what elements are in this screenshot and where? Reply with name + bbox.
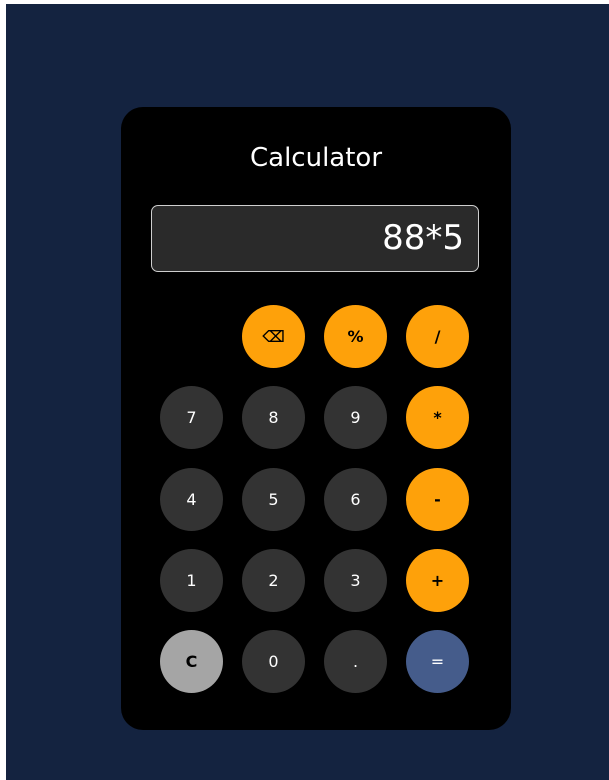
digit-6-button[interactable]: 6: [324, 468, 387, 531]
subtract-button[interactable]: -: [406, 468, 469, 531]
page-background: Calculator 88*5 ⌫ % / 7 8 9 * 4 5 6 - 1 …: [6, 4, 609, 780]
calculator-display: 88*5: [151, 205, 479, 272]
add-button[interactable]: +: [406, 549, 469, 612]
digit-5-button[interactable]: 5: [242, 468, 305, 531]
digit-1-button[interactable]: 1: [160, 549, 223, 612]
calculator-panel: Calculator 88*5 ⌫ % / 7 8 9 * 4 5 6 - 1 …: [121, 107, 511, 730]
percent-button[interactable]: %: [324, 305, 387, 368]
equals-button[interactable]: =: [406, 630, 469, 693]
multiply-button[interactable]: *: [406, 386, 469, 449]
digit-7-button[interactable]: 7: [160, 386, 223, 449]
backspace-button[interactable]: ⌫: [242, 305, 305, 368]
clear-button[interactable]: C: [160, 630, 223, 693]
digit-8-button[interactable]: 8: [242, 386, 305, 449]
divide-button[interactable]: /: [406, 305, 469, 368]
calculator-title: Calculator: [249, 143, 383, 173]
digit-2-button[interactable]: 2: [242, 549, 305, 612]
digit-4-button[interactable]: 4: [160, 468, 223, 531]
digit-0-button[interactable]: 0: [242, 630, 305, 693]
decimal-button[interactable]: .: [324, 630, 387, 693]
digit-3-button[interactable]: 3: [324, 549, 387, 612]
digit-9-button[interactable]: 9: [324, 386, 387, 449]
